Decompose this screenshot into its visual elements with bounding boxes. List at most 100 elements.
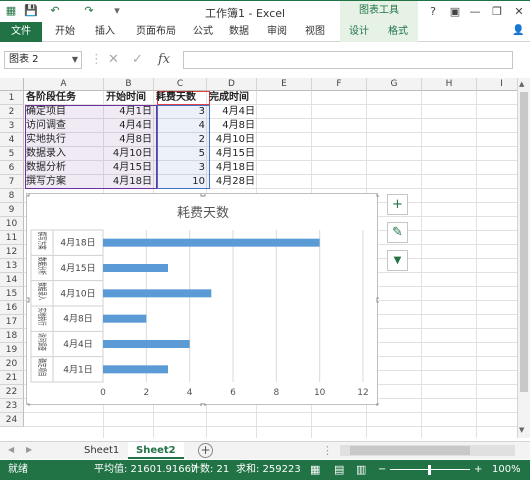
zoom-level[interactable]: 100% (492, 460, 521, 480)
formula-input[interactable] (183, 51, 513, 69)
resize-handle[interactable] (376, 403, 379, 406)
cell-end[interactable]: 4月4日 (207, 105, 257, 119)
cell-start[interactable]: 4月1日 (104, 105, 154, 119)
cancel-icon[interactable]: ✕ (108, 51, 119, 69)
cell-task[interactable]: 撰写方案 (24, 175, 104, 189)
row-header-17[interactable]: 17 (0, 315, 24, 329)
cell-days[interactable]: 3 (154, 105, 207, 119)
tab-formulas[interactable]: 公式 (186, 22, 220, 42)
cell-start[interactable]: 4月4日 (104, 119, 154, 133)
row-header-19[interactable]: 19 (0, 343, 24, 357)
cell-start[interactable]: 4月10日 (104, 147, 154, 161)
column-header-b[interactable]: B (104, 78, 154, 91)
column-header-h[interactable]: H (422, 78, 477, 91)
help-button[interactable]: ? (424, 4, 442, 20)
cell-end[interactable]: 4月15日 (207, 147, 257, 161)
user-icon[interactable]: 👤 (512, 25, 524, 36)
row-header-18[interactable]: 18 (0, 329, 24, 343)
cell-task[interactable]: 实地执行 (24, 133, 104, 147)
h-scroll-thumb[interactable] (350, 446, 470, 455)
cell-task[interactable]: 访问调查 (24, 119, 104, 133)
tab-format[interactable]: 格式 (378, 22, 418, 42)
sheet-prev-icon[interactable]: ◀ (8, 445, 14, 454)
bar[interactable] (103, 340, 190, 348)
cell-end[interactable]: 4月10日 (207, 133, 257, 147)
row-header-11[interactable]: 11 (0, 231, 24, 245)
cell-task[interactable]: 确定项目 (24, 105, 104, 119)
cell-days[interactable]: 3 (154, 161, 207, 175)
name-box[interactable]: 图表 2 ▼ (4, 51, 82, 69)
zoom-slider-thumb[interactable] (428, 465, 431, 475)
cell-days[interactable]: 10 (154, 175, 207, 189)
bar[interactable] (103, 264, 168, 272)
header-cell-start[interactable]: 开始时间 (104, 91, 154, 105)
resize-handle[interactable] (376, 297, 379, 303)
column-header-g[interactable]: G (367, 78, 422, 91)
customize-qat-icon[interactable]: ▾ (110, 4, 124, 18)
row-header-14[interactable]: 14 (0, 273, 24, 287)
column-header-d[interactable]: D (207, 78, 257, 91)
cell-days[interactable]: 2 (154, 133, 207, 147)
row-header-9[interactable]: 9 (0, 203, 24, 217)
horizontal-scrollbar[interactable] (340, 445, 515, 456)
cell-end[interactable]: 4月28日 (207, 175, 257, 189)
new-sheet-button[interactable]: + (198, 443, 213, 458)
column-header-i[interactable]: I (477, 78, 517, 91)
resize-handle[interactable] (27, 403, 30, 406)
chart-plot[interactable]: 0 2 4 6 8 10 12 撰写方案 4月18日数据分析 4月15日数据录入 4月10日实地执行… (27, 194, 379, 406)
cell-start[interactable]: 4月18日 (104, 175, 154, 189)
cell-end[interactable]: 4月8日 (207, 119, 257, 133)
normal-view-icon[interactable]: ▦ (310, 460, 320, 480)
row-header-1[interactable]: 1 (0, 91, 24, 105)
close-button[interactable]: ✕ (510, 4, 528, 20)
row-header-21[interactable]: 21 (0, 371, 24, 385)
row-header-6[interactable]: 6 (0, 161, 24, 175)
column-header-c[interactable]: C (154, 78, 207, 91)
column-header-a[interactable]: A (24, 78, 104, 91)
row-header-2[interactable]: 2 (0, 105, 24, 119)
bar[interactable] (103, 238, 320, 247)
page-break-view-icon[interactable]: ▥ (356, 460, 366, 480)
tab-page-layout[interactable]: 页面布局 (128, 22, 184, 42)
chart-filters-button[interactable]: ▼ (387, 250, 408, 271)
header-cell-end[interactable]: 完成时间 (207, 91, 257, 105)
sheet-tab-sheet1[interactable]: Sheet1 (76, 442, 127, 459)
enter-icon[interactable]: ✓ (132, 51, 143, 69)
row-header-16[interactable]: 16 (0, 301, 24, 315)
save-icon[interactable]: 💾 (24, 4, 38, 18)
row-header-23[interactable]: 23 (0, 399, 24, 413)
bar[interactable] (103, 365, 168, 374)
tab-insert[interactable]: 插入 (88, 22, 122, 42)
row-header-10[interactable]: 10 (0, 217, 24, 231)
column-header-e[interactable]: E (257, 78, 312, 91)
tab-view[interactable]: 视图 (298, 22, 332, 42)
tab-data[interactable]: 数据 (222, 22, 256, 42)
row-header-15[interactable]: 15 (0, 287, 24, 301)
chart-object[interactable]: 耗费天数 0 2 4 6 8 10 12 撰写方案 4月18日 数据分析 4月15日 数据录入 4月10… (26, 193, 379, 406)
tab-design[interactable]: 设计 (340, 22, 378, 42)
row-header-20[interactable]: 20 (0, 357, 24, 371)
cell-end[interactable]: 4月18日 (207, 161, 257, 175)
cell-start[interactable]: 4月15日 (104, 161, 154, 175)
row-header-13[interactable]: 13 (0, 259, 24, 273)
row-header-12[interactable]: 12 (0, 245, 24, 259)
page-layout-view-icon[interactable]: ▤ (334, 460, 344, 480)
zoom-in-button[interactable]: + (474, 460, 482, 480)
column-header-f[interactable]: F (312, 78, 367, 91)
header-cell-task[interactable]: 各阶段任务 (24, 91, 104, 105)
scroll-down-icon[interactable]: ▼ (519, 426, 524, 434)
row-header-22[interactable]: 22 (0, 385, 24, 399)
resize-handle[interactable] (27, 194, 30, 197)
cell-task[interactable]: 数据录入 (24, 147, 104, 161)
scroll-up-icon[interactable]: ▲ (519, 80, 524, 88)
row-header-5[interactable]: 5 (0, 147, 24, 161)
scroll-thumb[interactable] (520, 92, 528, 392)
resize-handle[interactable] (200, 194, 206, 197)
zoom-out-button[interactable]: − (378, 460, 386, 480)
vertical-scrollbar[interactable]: ▲ ▼ (517, 78, 530, 438)
row-header-8[interactable]: 8 (0, 189, 24, 203)
undo-icon[interactable]: ↶ (48, 4, 62, 18)
tab-review[interactable]: 审阅 (260, 22, 294, 42)
resize-handle[interactable] (376, 194, 379, 197)
row-header-4[interactable]: 4 (0, 133, 24, 147)
